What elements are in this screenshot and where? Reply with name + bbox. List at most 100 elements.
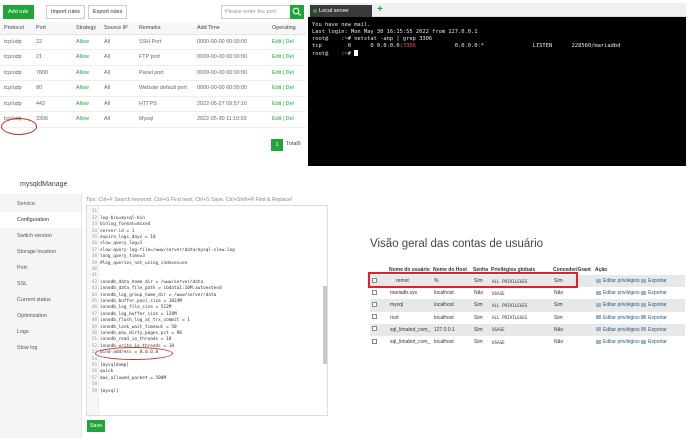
user-cell: mariadb.sys [388, 287, 432, 300]
sidebar-item-configuration[interactable]: Configuration [0, 212, 81, 228]
col-strategy: Strategy [72, 22, 100, 35]
password-cell: Sim [472, 311, 490, 324]
strategy-cell: Allow [72, 65, 100, 81]
terminal-port-highlight: 3306 [402, 43, 416, 49]
row-checkbox[interactable] [372, 314, 377, 320]
terminal-prompt: root@ :~# [312, 51, 355, 57]
mysqld-sidebar: Service Configuration Switch version Sto… [0, 194, 82, 438]
edit-privileges-link[interactable]: Editar privilégios [603, 302, 640, 308]
export-link[interactable]: Exportar [648, 278, 667, 284]
export-link[interactable]: Exportar [648, 315, 667, 321]
protocol-cell: tcp/udp [0, 49, 32, 66]
grant-cell: Não [552, 323, 594, 336]
editor-scrollbar[interactable] [323, 286, 327, 364]
sidebar-item-current-status[interactable]: Current status [0, 292, 81, 308]
grant-cell: Não [552, 287, 594, 300]
edit-del-links[interactable]: Edit | Del [268, 65, 306, 81]
page-title: Visão geral das contas de usuário [370, 238, 544, 250]
col-add-time: Add Time [193, 22, 268, 35]
password-cell: Não [472, 287, 490, 300]
col-port: Port [32, 22, 72, 35]
edit-privileges-link[interactable]: Editar privilégios [603, 327, 640, 333]
export-rules-button[interactable]: Export rules [88, 5, 128, 19]
sidebar-item-service[interactable]: Service [0, 196, 81, 212]
protocol-cell: tcp/udp [0, 80, 32, 97]
port-cell: 7800 [32, 65, 72, 81]
export-link[interactable]: Exportar [648, 302, 667, 308]
pagination-current-page[interactable]: 1 [271, 139, 283, 151]
user-cell: mysql [388, 299, 432, 312]
row-checkbox[interactable] [372, 326, 377, 332]
import-rules-button[interactable]: Import rules [46, 5, 86, 19]
time-cell: 0000-00-00 00:00:00 [193, 34, 268, 50]
user-cell: sql_limabot_com_ [388, 335, 432, 349]
row-checkbox[interactable] [372, 301, 377, 307]
port-cell: 21 [32, 49, 72, 66]
pagination-total: Total6 [286, 141, 301, 147]
strategy-cell: Allow [72, 96, 100, 112]
export-icon [641, 278, 647, 283]
export-icon [641, 327, 647, 332]
status-dot-icon [313, 9, 317, 13]
edit-del-links[interactable]: Edit | Del [268, 49, 306, 66]
terminal-window[interactable]: Local server + You have new mail. Last l… [308, 3, 686, 166]
remarks-cell: HTTPS [135, 96, 193, 112]
port-search-input[interactable]: Please enter the port [221, 5, 291, 19]
sidebar-item-storage-location[interactable]: Storage location [0, 244, 81, 260]
col-action: Ação [595, 267, 608, 273]
annotation-circle [1, 118, 37, 135]
terminal-tab[interactable]: Local server [310, 5, 372, 17]
time-cell: 0000-00-00 00:00:00 [193, 80, 268, 97]
edit-privileges-link[interactable]: Editar privilégios [603, 339, 640, 345]
table-row: tcp/udp 80 Allow All Website default por… [0, 80, 306, 97]
sidebar-item-port[interactable]: Port [0, 260, 81, 276]
export-link[interactable]: Exportar [648, 339, 667, 345]
remarks-cell: SSH Port [135, 34, 193, 50]
col-protocol: Protocol [0, 22, 32, 35]
row-checkbox[interactable] [372, 289, 377, 295]
port-cell: 3306 [32, 111, 72, 128]
edit-privileges-icon [596, 327, 601, 332]
edit-privileges-link[interactable]: Editar privilégios [603, 278, 640, 284]
sidebar-item-ssl[interactable]: SSL [0, 276, 81, 292]
sidebar-item-switch-version[interactable]: Switch version [0, 228, 81, 244]
export-link[interactable]: Exportar [648, 290, 667, 296]
source-cell: All [100, 65, 135, 81]
table-row: tcp/udp 21 Allow All FTP port 0000-00-00… [0, 49, 306, 66]
firewall-rules-table: Protocol Port Strategy Source IP Remarks… [0, 22, 306, 128]
strategy-cell: Allow [72, 80, 100, 97]
sidebar-item-optimization[interactable]: Optimization [0, 308, 81, 324]
edit-del-links[interactable]: Edit | Del [268, 34, 306, 50]
edit-del-links[interactable]: Edit | Del [268, 80, 306, 97]
table-row: mariadb.sys localhost Não USAGE Não Edit… [370, 287, 685, 300]
dialog-title: mysqldManage [20, 181, 68, 188]
edit-del-links[interactable]: Edit | Del [268, 111, 306, 128]
source-cell: All [100, 80, 135, 97]
port-cell: 80 [32, 80, 72, 97]
export-link[interactable]: Exportar [648, 327, 667, 333]
add-rule-button[interactable]: Add rule [3, 5, 34, 19]
export-icon [641, 315, 647, 320]
edit-del-links[interactable]: Edit | Del [268, 96, 306, 112]
annotation-box [368, 272, 578, 288]
sidebar-item-logs[interactable]: Logs [0, 324, 81, 340]
grant-cell: Não [552, 335, 594, 349]
terminal-line: 0.0.0.0:* LISTEN 228560/mariadbd [415, 43, 621, 49]
edit-privileges-link[interactable]: Editar privilégios [603, 315, 640, 321]
terminal-cursor [354, 50, 359, 56]
firewall-panel: Add rule Import rules Export rules Pleas… [0, 0, 306, 160]
password-cell: Sim [472, 323, 490, 336]
save-button[interactable]: Save [87, 420, 105, 432]
sidebar-item-slow-log[interactable]: Slow log [0, 340, 81, 356]
row-checkbox[interactable] [372, 338, 377, 344]
terminal-line: root@ :~# netstat -anp | grep 3306 [312, 36, 433, 42]
search-button[interactable] [290, 5, 304, 19]
password-cell: Sim [472, 335, 490, 349]
user-cell: sql_limabot_com_ [388, 323, 432, 336]
config-editor[interactable]: 30 31 32 log-bin=mysql-bin 33 binlog_forma… [86, 205, 328, 416]
host-cell: localhost [432, 299, 472, 312]
strategy-cell: Allow [72, 34, 100, 50]
edit-privileges-link[interactable]: Editar privilégios [603, 290, 640, 296]
add-tab-icon[interactable]: + [375, 3, 385, 17]
host-cell: localhost [432, 287, 472, 300]
